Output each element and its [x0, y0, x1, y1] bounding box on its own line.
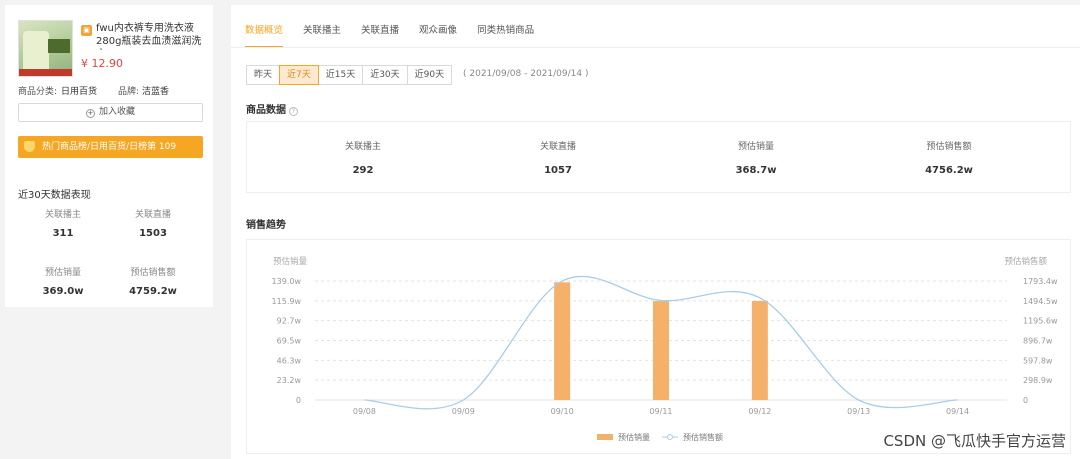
trophy-icon	[24, 141, 35, 152]
y-left-tick-label: 46.3w	[277, 356, 302, 365]
y-right-tick-label: 896.7w	[1023, 337, 1053, 346]
stat-value: 311	[52, 228, 74, 239]
y-right-tick-label: 1494.5w	[1023, 297, 1058, 306]
bar	[751, 300, 768, 400]
sales-trend-svg: 预估销量 预估销售额0 023.2w 298.9w46.3w 597.8w69.5w 89…	[272, 256, 1058, 442]
main-panel: 数据概览 关联播主 关联直播 观众画像 同类热销商品 昨天 近7天 近15天 近…	[231, 5, 1080, 459]
hot-rank-text: 热门商品榜/日用百货/日榜第 109	[42, 142, 177, 152]
goods-data-box: 关联播主 292 关联直播 1057 预估销量 368.7w 预估销售额 475…	[246, 121, 1071, 193]
recent30-stat: 关联直播 1503	[113, 207, 193, 239]
x-tick-label: 09/09	[452, 407, 475, 416]
y-left-tick-label: 23.2w	[277, 376, 302, 385]
recent30-stat: 预估销售额 4759.2w	[113, 265, 193, 297]
tab-bar: 数据概览 关联播主 关联直播 观众画像 同类热销商品	[245, 22, 554, 48]
category-value: 日用百货	[61, 87, 98, 97]
tab-audience[interactable]: 观众画像	[419, 22, 457, 48]
recent30-title: 近30天数据表现	[18, 190, 91, 201]
sales-trend-chart: 预估销量 预估销售额 0 0 23.2w 298.9w 46.3w 597.8w 69.5w 89…	[246, 239, 1071, 454]
legend-label: 预估销量	[618, 432, 650, 442]
stat-label: 预估销售额	[130, 268, 176, 278]
date-range-selector: 昨天 近7天 近15天 近30天 近90天	[246, 65, 453, 85]
stat-label: 预估销量	[44, 268, 81, 278]
brand-value: 洁蓝香	[142, 87, 170, 97]
product-image[interactable]	[18, 20, 73, 77]
range-yesterday[interactable]: 昨天	[246, 65, 281, 85]
y-right-tick-label: 597.8w	[1023, 356, 1053, 365]
stat-value: 1503	[139, 228, 167, 239]
goods-data-title-text: 商品数据	[246, 105, 286, 116]
category-label: 商品分类:	[18, 87, 58, 97]
watermark: CSDN @飞瓜快手官方运营	[883, 432, 1066, 450]
recent30-stat: 预估销量 369.0w	[23, 265, 103, 297]
y-right-axis-title: 预估销售额	[1004, 256, 1047, 267]
goods-stat: 预估销量 368.7w	[676, 139, 836, 176]
x-tick-label: 09/10	[551, 407, 574, 416]
x-tick-label: 09/12	[748, 407, 771, 416]
stat-label: 关联直播	[539, 142, 576, 152]
y-left-axis-title: 预估销量	[273, 256, 308, 267]
x-tick-label: 09/13	[847, 407, 870, 416]
tab-related-streamers[interactable]: 关联播主	[303, 22, 341, 48]
help-icon[interactable]: ?	[289, 107, 298, 116]
x-tick-label: 09/14	[946, 407, 969, 416]
divider	[231, 47, 1080, 48]
stat-value: 369.0w	[42, 286, 84, 297]
range-30d[interactable]: 近30天	[362, 65, 408, 85]
y-left-tick-label: 139.0w	[272, 277, 302, 286]
stat-label: 关联直播	[134, 210, 171, 220]
tab-similar-goods[interactable]: 同类热销商品	[477, 22, 534, 48]
recent30-stat: 关联播主 311	[23, 207, 103, 239]
y-left-tick-label: 92.7w	[277, 317, 302, 326]
y-right-tick-label: 1195.6w	[1023, 317, 1058, 326]
y-right-tick-label: 298.9w	[1023, 376, 1053, 385]
stat-label: 关联播主	[344, 142, 381, 152]
tab-related-lives[interactable]: 关联直播	[361, 22, 399, 48]
y-right-tick-label: 1793.4w	[1023, 277, 1058, 286]
goods-stat: 预估销售额 4756.2w	[869, 139, 1029, 176]
stat-label: 预估销量	[737, 142, 774, 152]
x-tick-label: 09/11	[649, 407, 672, 416]
stat-value: 292	[352, 165, 374, 176]
shop-icon: ▣	[81, 25, 92, 36]
y-left-tick-label: 115.9w	[272, 297, 302, 306]
goods-stat: 关联直播 1057	[478, 139, 638, 176]
range-90d[interactable]: 近90天	[406, 65, 453, 85]
y-left-tick-label: 69.5w	[277, 337, 302, 346]
stat-value: 4756.2w	[925, 165, 973, 176]
bar	[554, 282, 571, 400]
y-left-tick-label: 0	[296, 396, 301, 405]
stat-value: 1057	[544, 165, 572, 176]
stat-value: 4759.2w	[129, 286, 177, 297]
sales-trend-title: 销售趋势	[246, 220, 286, 231]
product-price: ¥ 12.90	[81, 57, 123, 70]
stat-label: 关联播主	[44, 210, 81, 220]
product-card: ▣ fwu内衣裤专用洗衣液280g瓶装去血渍滋润洗衣... ¥ 12.90 商品…	[5, 5, 213, 307]
legend-bar-swatch	[597, 434, 613, 440]
date-range-text: ( 2021/09/08 - 2021/09/14 )	[463, 69, 589, 79]
y-right-tick-label: 0	[1023, 396, 1028, 405]
plus-icon: +	[85, 109, 95, 118]
stat-label: 预估销售额	[926, 142, 972, 152]
hot-rank-banner[interactable]: 热门商品榜/日用百货/日榜第 109	[18, 136, 203, 158]
goods-stat: 关联播主 292	[283, 139, 443, 176]
add-favorite-button[interactable]: + 加入收藏	[18, 103, 203, 122]
add-favorite-label: 加入收藏	[98, 107, 135, 117]
stat-value: 368.7w	[735, 165, 777, 176]
range-7d[interactable]: 近7天	[279, 65, 319, 85]
legend-label: 预估销售额	[683, 432, 723, 442]
x-tick-label: 09/08	[353, 407, 376, 416]
tab-overview[interactable]: 数据概览	[245, 22, 284, 48]
legend-line-marker	[667, 434, 673, 440]
range-15d[interactable]: 近15天	[317, 65, 364, 85]
goods-data-title: 商品数据?	[246, 101, 298, 116]
product-title[interactable]: fwu内衣裤专用洗衣液280g瓶装去血渍滋润洗衣...	[96, 22, 206, 50]
bar	[653, 301, 669, 400]
brand-label: 品牌:	[118, 87, 140, 97]
